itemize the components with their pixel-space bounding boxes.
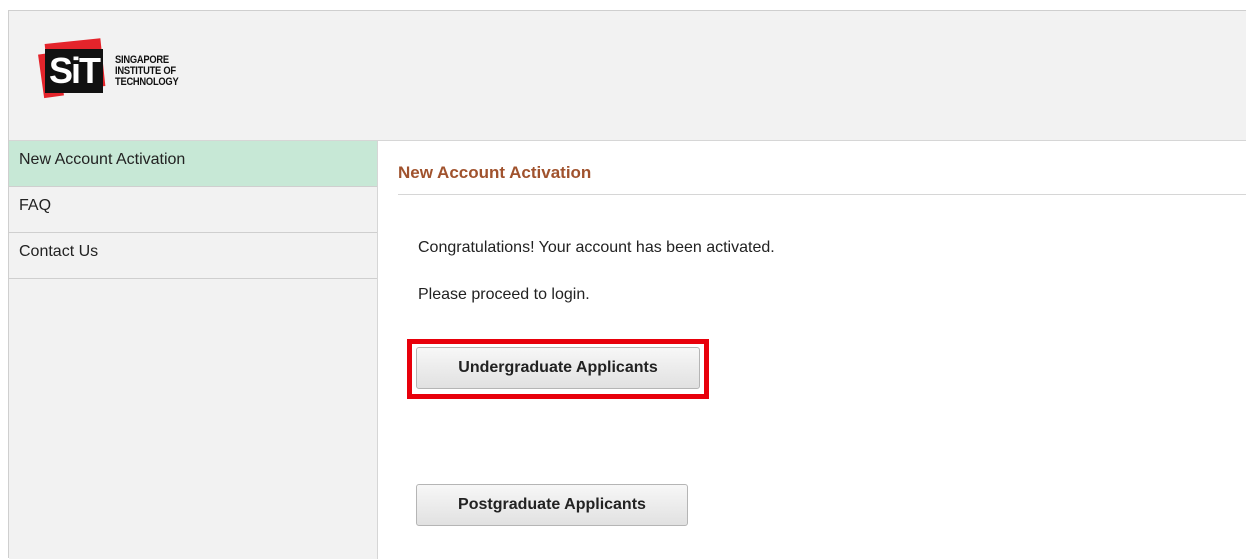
sidebar-item-new-account-activation[interactable]: New Account Activation <box>9 141 377 187</box>
postgraduate-applicants-button[interactable]: Postgraduate Applicants <box>416 484 688 526</box>
logo-line-3: TECHNOLOGY <box>115 75 179 88</box>
page-frame: SiT SINGAPORE INSTITUTE OF TECHNOLOGY Ne… <box>8 10 1246 559</box>
title-divider <box>398 194 1246 195</box>
main-content: New Account Activation Congratulations! … <box>378 141 1246 559</box>
page-title: New Account Activation <box>398 163 592 182</box>
sit-logo[interactable]: SiT SINGAPORE INSTITUTE OF TECHNOLOGY <box>38 38 190 103</box>
undergraduate-applicants-button[interactable]: Undergraduate Applicants <box>416 347 700 389</box>
header: SiT SINGAPORE INSTITUTE OF TECHNOLOGY <box>9 11 1246 141</box>
login-prompt: Please proceed to login. <box>418 286 590 303</box>
sidebar-item-faq[interactable]: FAQ <box>9 187 377 233</box>
sidebar-item-label: FAQ <box>19 197 52 214</box>
logo-mark-text: SiT <box>45 49 103 93</box>
sidebar-item-contact-us[interactable]: Contact Us <box>9 233 377 279</box>
sidebar: New Account Activation FAQ Contact Us <box>9 141 378 559</box>
sidebar-item-label: Contact Us <box>19 243 99 260</box>
logo-mark: SiT <box>38 38 109 103</box>
activation-message: Congratulations! Your account has been a… <box>418 239 775 256</box>
sidebar-item-label: New Account Activation <box>19 151 186 168</box>
logo-wordmark: SINGAPORE INSTITUTE OF TECHNOLOGY <box>115 54 179 88</box>
